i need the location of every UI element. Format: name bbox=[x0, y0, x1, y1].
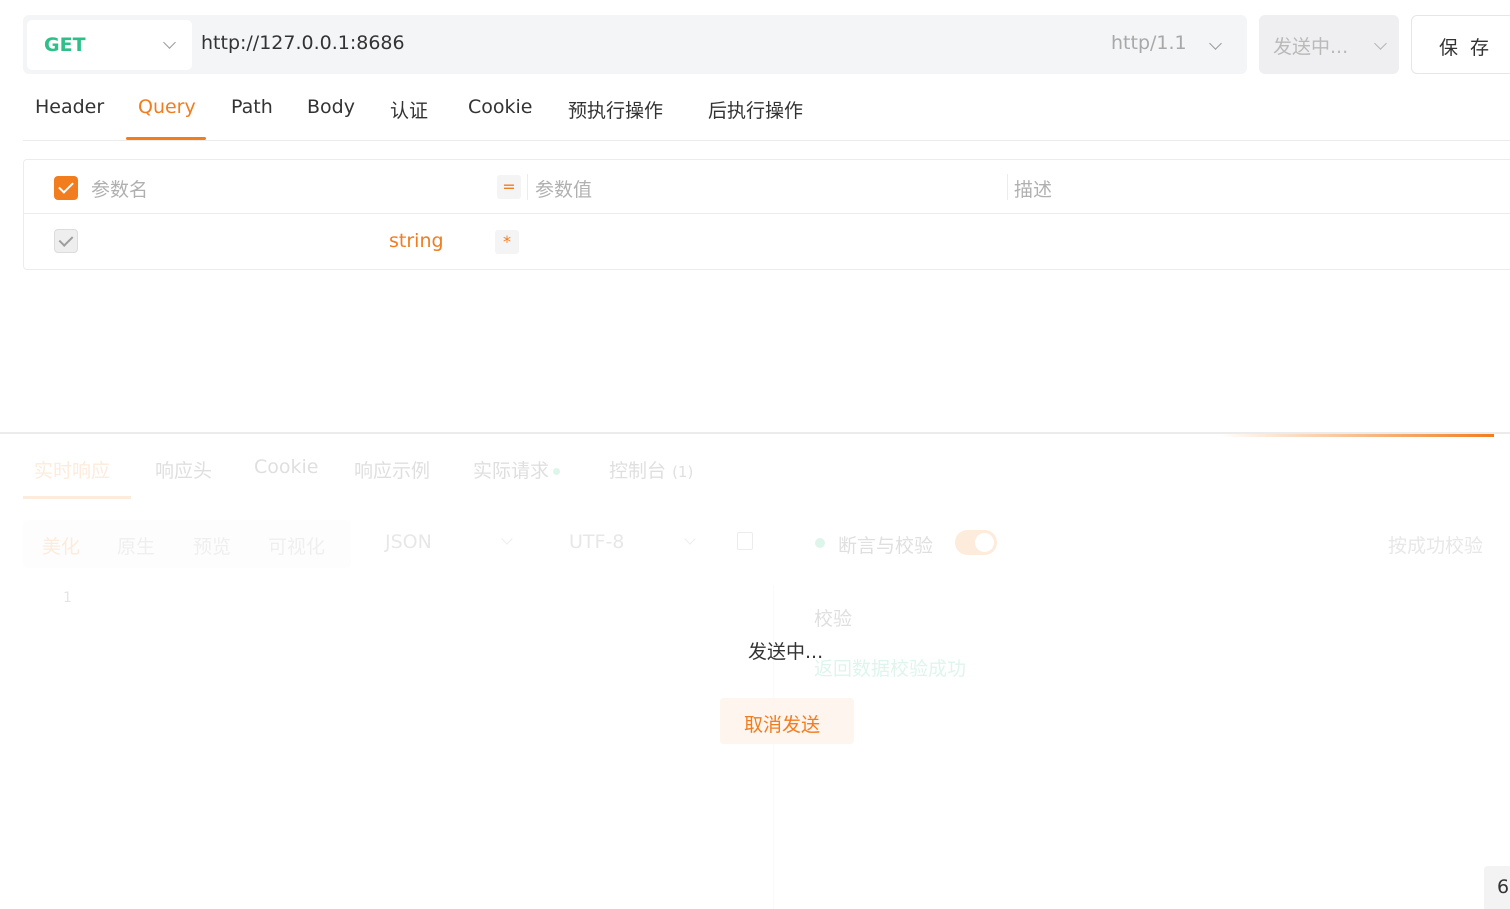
column-divider bbox=[527, 174, 528, 200]
tab-header[interactable]: Header bbox=[35, 96, 104, 118]
save-button[interactable]: 保 存 bbox=[1411, 15, 1510, 74]
column-divider bbox=[1007, 174, 1008, 200]
panel-splitter[interactable] bbox=[773, 585, 774, 909]
chevron-down-icon bbox=[501, 533, 513, 545]
line-number: 1 bbox=[63, 590, 72, 606]
request-tabs: Header Query Path Body 认证 Cookie 预执行操作 后… bbox=[23, 90, 1510, 141]
params-table: 参数名 = 参数值 描述 string * bbox=[23, 159, 1510, 270]
view-mode-segmented: 美化 原生 预览 可视化 bbox=[23, 520, 351, 568]
param-type-select[interactable]: string bbox=[389, 230, 444, 252]
tab-cookie[interactable]: Cookie bbox=[468, 96, 533, 118]
send-label: 发送中... bbox=[1273, 36, 1349, 58]
table-header-row: 参数名 = 参数值 描述 bbox=[24, 160, 1510, 214]
check-title: 校验 bbox=[814, 608, 853, 630]
request-bar: GET http://127.0.0.1:8686 http/1.1 bbox=[23, 15, 1247, 74]
http-version-select[interactable]: http/1.1 bbox=[1111, 32, 1187, 54]
format-select[interactable]: JSON bbox=[385, 531, 432, 553]
cancel-send-label: 取消发送 bbox=[744, 714, 821, 736]
tab-response-headers[interactable]: 响应头 bbox=[155, 456, 212, 483]
tab-post-operations[interactable]: 后执行操作 bbox=[708, 96, 803, 123]
tab-auth[interactable]: 认证 bbox=[390, 96, 428, 123]
active-tab-indicator bbox=[126, 137, 206, 140]
tab-actual-request-label: 实际请求 bbox=[473, 460, 550, 482]
tab-console-label: 控制台 bbox=[609, 460, 667, 482]
chevron-down-icon[interactable] bbox=[1209, 37, 1222, 50]
tab-realtime-response[interactable]: 实时响应 bbox=[34, 456, 110, 483]
tab-body[interactable]: Body bbox=[307, 96, 355, 118]
by-success-select[interactable]: 按成功校验 bbox=[1388, 531, 1483, 558]
row-checkbox bbox=[54, 229, 78, 253]
method-select[interactable]: GET bbox=[27, 20, 192, 70]
tab-path[interactable]: Path bbox=[231, 96, 273, 118]
corner-widget[interactable]: 6 bbox=[1484, 866, 1510, 909]
select-all-checkbox[interactable] bbox=[54, 176, 78, 200]
tab-response-examples[interactable]: 响应示例 bbox=[354, 456, 430, 483]
encoding-select[interactable]: UTF-8 bbox=[569, 531, 624, 553]
column-header-description: 描述 bbox=[1014, 179, 1053, 201]
tab-console[interactable]: 控制台 (1) bbox=[609, 456, 693, 483]
cancel-send-button[interactable]: 取消发送 bbox=[720, 698, 854, 744]
active-tab-indicator bbox=[23, 496, 131, 499]
assert-label: 断言与校验 bbox=[838, 535, 934, 557]
status-dot bbox=[553, 468, 561, 475]
equals-icon: = bbox=[497, 175, 521, 199]
sending-status: 发送中... bbox=[748, 641, 824, 663]
corner-widget-glyph: 6 bbox=[1497, 876, 1510, 898]
assert-toggle[interactable] bbox=[955, 530, 997, 555]
column-header-name: 参数名 bbox=[91, 179, 149, 201]
tab-pre-operations[interactable]: 预执行操作 bbox=[568, 96, 663, 123]
send-button[interactable]: 发送中... bbox=[1259, 15, 1399, 74]
tab-actual-request[interactable]: 实际请求 bbox=[473, 456, 561, 483]
mode-preview[interactable]: 预览 bbox=[193, 532, 231, 559]
mode-visualize[interactable]: 可视化 bbox=[268, 532, 325, 559]
url-input[interactable]: http://127.0.0.1:8686 bbox=[201, 32, 405, 54]
save-label: 保 存 bbox=[1439, 37, 1493, 59]
assert-status-dot bbox=[815, 538, 825, 548]
mode-pretty[interactable]: 美化 bbox=[42, 532, 80, 559]
console-count-badge: (1) bbox=[672, 463, 694, 481]
tab-query[interactable]: Query bbox=[138, 96, 196, 118]
loading-progress-bar bbox=[1220, 434, 1494, 437]
required-mark[interactable]: * bbox=[495, 230, 519, 254]
method-label: GET bbox=[44, 34, 86, 56]
column-header-value: 参数值 bbox=[535, 179, 593, 201]
tab-response-cookie[interactable]: Cookie bbox=[254, 456, 319, 478]
chevron-down-icon[interactable] bbox=[1374, 37, 1387, 50]
chevron-down-icon bbox=[163, 36, 176, 49]
check-result: 返回数据校验成功 bbox=[814, 658, 967, 680]
copy-icon[interactable] bbox=[737, 532, 753, 550]
mode-raw[interactable]: 原生 bbox=[117, 532, 155, 559]
chevron-down-icon bbox=[684, 533, 696, 545]
